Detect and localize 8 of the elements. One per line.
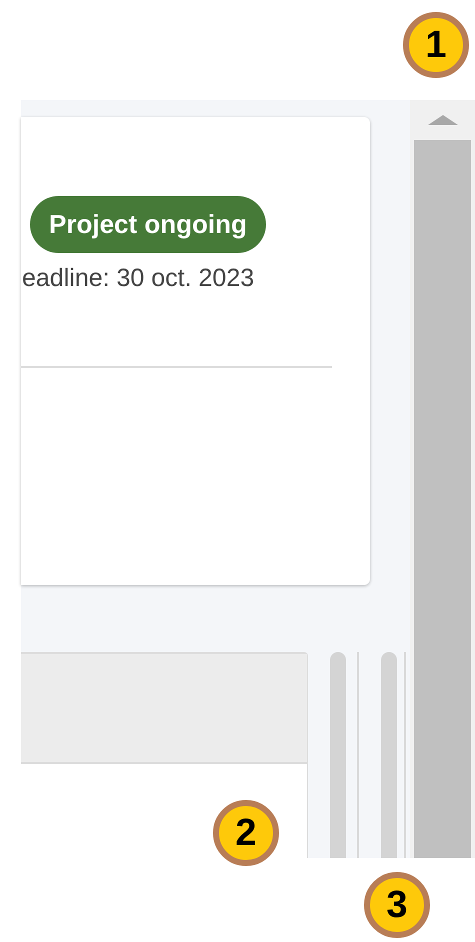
scroll-bar[interactable] [381,652,397,858]
scroll-up-icon[interactable] [428,115,458,125]
status-badge: Project ongoing [30,196,266,253]
number-marker: 1 [403,12,469,78]
deadline-text: eadline: 30 oct. 2023 [22,263,254,293]
number-marker: 3 [364,872,430,938]
scroll-bar[interactable] [330,652,346,858]
scrollbar-thumb[interactable] [414,140,471,858]
